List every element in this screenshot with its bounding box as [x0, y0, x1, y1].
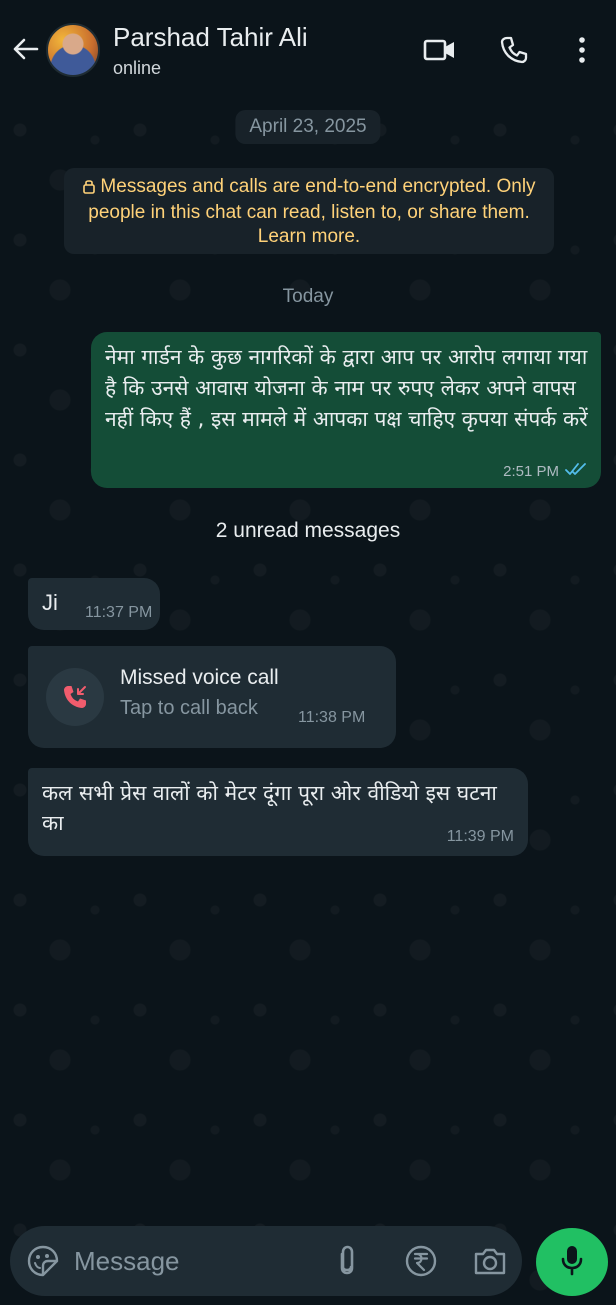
missed-call-message[interactable]: Missed voice call Tap to call back 11:38… — [28, 646, 396, 748]
outgoing-message[interactable]: नेमा गार्डन के कुछ नागरिकों के द्वारा आप… — [91, 332, 601, 488]
contact-status: online — [113, 58, 162, 78]
missed-call-title: Missed voice call — [120, 666, 279, 689]
payment-rupee-icon[interactable] — [404, 1244, 438, 1278]
message-input[interactable] — [74, 1242, 314, 1280]
camera-icon[interactable] — [472, 1244, 508, 1278]
incoming-message[interactable]: कल सभी प्रेस वालों को मेटर दूंगा पूरा ओर… — [28, 768, 528, 856]
microphone-icon — [560, 1244, 584, 1281]
message-text: नेमा गार्डन के कुछ नागरिकों के द्वारा आप… — [105, 345, 588, 431]
incoming-message[interactable]: Ji 11:37 PM — [28, 578, 160, 630]
chat-header: Parshad Tahir Ali online — [0, 0, 616, 100]
attach-clip-icon[interactable] — [334, 1244, 364, 1278]
date-separator: April 23, 2025 — [235, 110, 381, 144]
message-text: Ji — [42, 590, 58, 615]
message-time: 11:37 PM — [85, 604, 153, 621]
lock-icon — [82, 177, 96, 201]
message-composer — [10, 1226, 522, 1296]
read-ticks-icon — [565, 462, 587, 480]
message-time: 11:38 PM — [298, 709, 366, 726]
voice-call-icon[interactable] — [496, 32, 532, 68]
missed-call-icon — [46, 668, 104, 726]
message-time: 11:39 PM — [446, 828, 514, 845]
today-separator: Today — [282, 286, 334, 307]
encryption-notice-text: Messages and calls are end-to-end encryp… — [88, 176, 536, 247]
emoji-sticker-icon[interactable] — [26, 1244, 60, 1278]
back-arrow-icon[interactable] — [10, 34, 40, 64]
unread-messages-banner: 2 unread messages — [215, 519, 401, 542]
encryption-notice[interactable]: Messages and calls are end-to-end encryp… — [64, 168, 554, 254]
avatar[interactable] — [46, 23, 100, 77]
missed-call-subtitle: Tap to call back — [120, 697, 258, 719]
message-text: कल सभी प्रेस वालों को मेटर दूंगा पूरा ओर… — [42, 781, 497, 835]
contact-name[interactable]: Parshad Tahir Ali — [113, 22, 308, 53]
voice-message-button[interactable] — [536, 1228, 608, 1296]
video-call-icon[interactable] — [422, 32, 458, 68]
message-time: 2:51 PM — [503, 462, 559, 480]
more-options-icon[interactable] — [564, 32, 600, 68]
